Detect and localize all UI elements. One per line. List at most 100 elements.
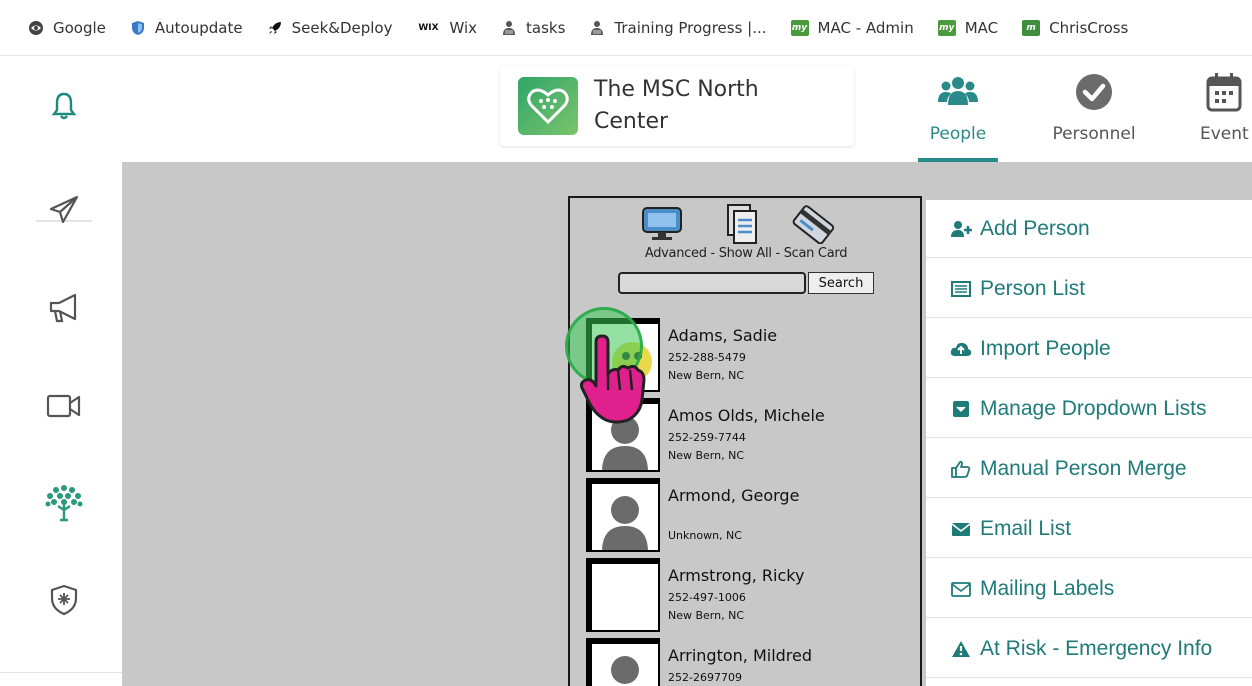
m-icon: m <box>1022 19 1041 36</box>
person-name[interactable]: Adams, Sadie <box>668 326 777 345</box>
megaphone-icon[interactable] <box>36 286 92 330</box>
menu-item-label: At Risk - Emergency Info <box>980 636 1213 660</box>
bookmark-autoupdate[interactable]: Autoupdate <box>130 19 243 37</box>
paper-plane-icon[interactable] <box>36 188 92 232</box>
organization-card[interactable]: The MSC North Center <box>500 66 854 146</box>
video-icon[interactable] <box>36 384 92 428</box>
organization-logo <box>518 77 578 135</box>
tab-label: Personnel <box>1052 124 1136 144</box>
person-location: New Bern, NC <box>668 449 745 462</box>
bookmark-label: Autoupdate <box>154 18 243 37</box>
scan-card-icon[interactable] <box>790 202 838 246</box>
person-location: New Bern, NC <box>668 369 745 382</box>
menu-item-label: Person List <box>980 276 1086 300</box>
my-icon: my <box>790 19 809 36</box>
silhouette-icon <box>602 496 648 550</box>
bookmark-label: Seek&Deploy <box>291 18 393 37</box>
bookmark-label: MAC - Admin <box>817 18 914 37</box>
top-header: The MSC North Center People Personnel Ev… <box>122 56 1252 162</box>
bookmark-tasks[interactable]: tasks <box>501 19 565 37</box>
check-circle-icon <box>1074 70 1114 114</box>
menu-item-label: Import People <box>980 336 1111 360</box>
menu-item-import-people[interactable]: Import People <box>926 320 1252 378</box>
envelope-outline-icon <box>950 578 972 600</box>
list-icon <box>950 278 972 300</box>
tab-label: People <box>929 124 987 144</box>
tab-personnel[interactable]: Personnel <box>1044 70 1144 162</box>
person-icon <box>589 20 605 36</box>
bookmark-mac-admin[interactable]: my MAC - Admin <box>790 18 914 37</box>
bookmarks-bar: Google Autoupdate Seek&Deploy WIX Wix ta… <box>0 0 1252 56</box>
person-location: Unknown, NC <box>668 529 742 542</box>
menu-item-person-list[interactable]: Person List <box>926 260 1252 318</box>
people-search-panel: Advanced - Show All - Scan Card Search A… <box>568 196 922 686</box>
my-icon: my <box>937 19 956 36</box>
person-phone: 252-288-5479 <box>668 351 746 364</box>
person-name[interactable]: Armstrong, Ricky <box>668 566 804 585</box>
person-photo-frame <box>586 478 660 552</box>
advanced-search-icon[interactable] <box>638 202 686 246</box>
menu-item-manual-merge[interactable]: Manual Person Merge <box>926 440 1252 498</box>
bookmark-google[interactable]: Google <box>28 19 106 37</box>
people-icon <box>937 70 979 114</box>
person-row[interactable]: Armstrong, Ricky 252-497-1006 New Bern, … <box>586 558 906 634</box>
person-row[interactable]: Armond, George Unknown, NC <box>586 478 906 554</box>
person-name[interactable]: Amos Olds, Michele <box>668 406 825 425</box>
bookmark-chriscross[interactable]: m ChrisCross <box>1022 19 1128 37</box>
person-photo <box>592 564 658 630</box>
bookmark-label: Google <box>53 18 106 37</box>
person-phone: 252-2697709 <box>668 671 742 684</box>
menu-item-label: Manage Dropdown Lists <box>980 396 1207 420</box>
bookmark-label: ChrisCross <box>1049 18 1129 37</box>
search-tools-caption: Advanced - Show All - Scan Card <box>644 246 848 261</box>
person-photo-frame <box>586 638 660 686</box>
menu-item-email-list[interactable]: Email List <box>926 500 1252 558</box>
bookmark-training[interactable]: Training Progress |... <box>589 18 767 37</box>
bookmark-seekdeploy[interactable]: Seek&Deploy <box>267 18 393 37</box>
person-name[interactable]: Armond, George <box>668 486 799 505</box>
person-photo <box>592 644 658 686</box>
person-phone: 252-497-1006 <box>668 591 746 604</box>
warning-icon <box>950 638 972 660</box>
badge-icon[interactable] <box>36 578 92 622</box>
person-phone: 252-259-7744 <box>668 431 746 444</box>
search-input[interactable] <box>618 272 806 294</box>
tab-event[interactable]: Event <box>1192 70 1252 162</box>
menu-item-label: Mailing Labels <box>980 576 1115 600</box>
tree-icon[interactable] <box>36 480 92 524</box>
bookmark-label: tasks <box>526 18 566 37</box>
tab-people[interactable]: People <box>918 70 998 162</box>
organization-name: The MSC North Center <box>594 77 759 134</box>
person-row[interactable]: Arrington, Mildred 252-2697709 <box>586 638 906 686</box>
bookmark-wix[interactable]: WIX Wix <box>416 19 477 37</box>
bookmark-label: Training Progress |... <box>614 18 767 37</box>
pointer-hand-icon <box>580 334 646 424</box>
menu-item-manage-dropdown[interactable]: Manage Dropdown Lists <box>926 380 1252 438</box>
bookmark-mac[interactable]: my MAC <box>937 18 999 37</box>
globe-icon <box>28 20 44 36</box>
cloud-upload-icon <box>950 338 972 360</box>
dropdown-icon <box>950 398 972 420</box>
person-photo-frame <box>586 558 660 632</box>
menu-item-label: Manual Person Merge <box>980 456 1187 480</box>
app-window: Google Autoupdate Seek&Deploy WIX Wix ta… <box>0 0 1252 686</box>
search-button[interactable]: Search <box>808 272 874 294</box>
person-icon <box>501 20 517 36</box>
bookmark-label: MAC <box>964 18 999 37</box>
person-photo <box>592 484 658 550</box>
people-actions-menu: Add Person Person List Import People Man… <box>926 200 1252 686</box>
thumbs-up-icon <box>950 458 972 480</box>
person-name[interactable]: Arrington, Mildred <box>668 646 812 665</box>
bell-icon[interactable] <box>36 84 92 128</box>
menu-item-at-risk[interactable]: At Risk - Emergency Info <box>926 620 1252 678</box>
tab-label: Event <box>1200 124 1249 144</box>
show-all-icon[interactable] <box>718 202 766 246</box>
menu-item-mailing-labels[interactable]: Mailing Labels <box>926 560 1252 618</box>
rocket-icon <box>267 20 283 36</box>
wix-icon: WIX <box>418 22 439 33</box>
menu-item-add-person[interactable]: Add Person <box>926 200 1252 258</box>
person-location: New Bern, NC <box>668 609 745 622</box>
silhouette-icon <box>611 656 639 684</box>
menu-item-label: Add Person <box>980 216 1090 240</box>
search-tools <box>634 202 854 246</box>
